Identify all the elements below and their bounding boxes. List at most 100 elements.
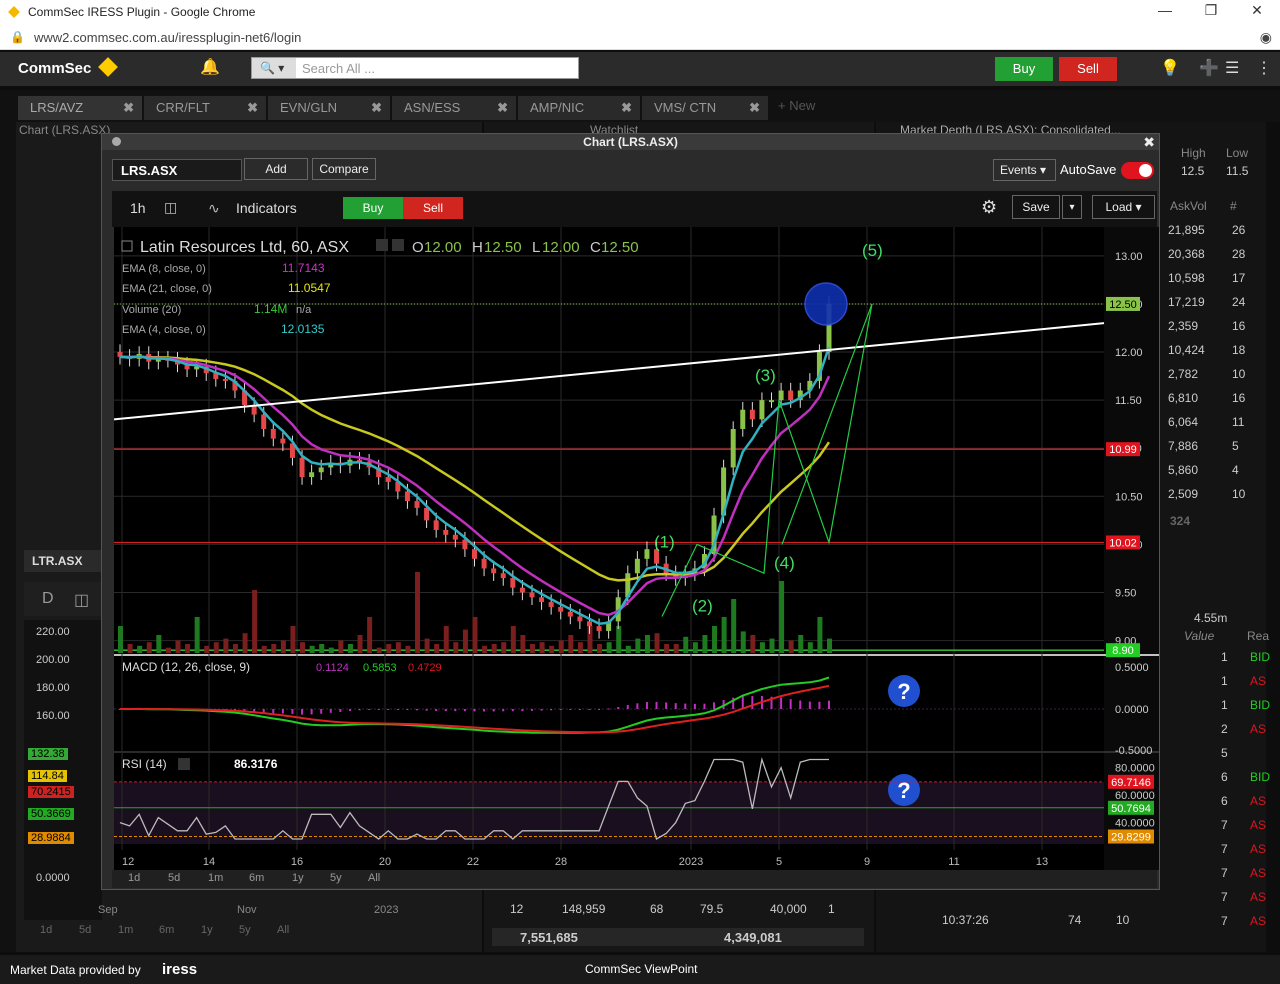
- range-1m[interactable]: 1m: [208, 872, 223, 884]
- new-tab-button[interactable]: + New: [778, 98, 815, 113]
- lightbulb-icon[interactable]: 💡: [1160, 58, 1180, 78]
- interval-selector[interactable]: 1h: [130, 200, 146, 216]
- ltr-range[interactable]: 5y: [239, 924, 251, 936]
- range-5d[interactable]: 5d: [168, 872, 180, 884]
- indicators-icon[interactable]: ∿: [208, 200, 220, 217]
- lock-icon: 🔒: [10, 30, 25, 44]
- candle-body: [261, 414, 267, 429]
- plus-icon[interactable]: ➕: [1199, 58, 1219, 78]
- restore-icon[interactable]: ❐: [1196, 2, 1226, 22]
- ltr-range[interactable]: All: [277, 924, 289, 936]
- minimize-icon[interactable]: —: [1150, 2, 1180, 22]
- close-tab-icon[interactable]: ✖: [371, 100, 382, 116]
- close-tab-icon[interactable]: ✖: [247, 100, 258, 116]
- close-tab-icon[interactable]: ✖: [749, 100, 760, 116]
- tab-asn-ess[interactable]: ASN/ESS ✖: [392, 96, 516, 120]
- close-tab-icon[interactable]: ✖: [497, 100, 508, 116]
- course-value: 7: [1221, 866, 1228, 880]
- volume-bar: [165, 647, 171, 653]
- macd-histogram-bar: [550, 709, 553, 711]
- compare-button[interactable]: Compare: [312, 158, 376, 180]
- close-modal-icon[interactable]: ✖: [1143, 134, 1155, 151]
- rsi-tag-label: 50.7694: [1111, 803, 1151, 815]
- ltr-range[interactable]: 1y: [201, 924, 213, 936]
- save-button[interactable]: Save: [1012, 195, 1060, 219]
- menu-icon[interactable]: ☰: [1225, 58, 1239, 78]
- macd-histogram-bar: [368, 709, 371, 710]
- macd-value: 0.1124: [316, 662, 349, 674]
- bell-icon[interactable]: 🔔: [200, 57, 220, 77]
- candlestick-icon[interactable]: ◫: [164, 199, 177, 216]
- ltr-tag: 114.84: [28, 770, 67, 782]
- indicator-value: 11.7143: [282, 261, 325, 275]
- range-5y[interactable]: 5y: [330, 872, 342, 884]
- autosave-toggle[interactable]: [1121, 162, 1154, 179]
- load-label: Load: [1105, 200, 1133, 214]
- ltr-interval[interactable]: D: [42, 590, 54, 608]
- tab-vms-ctn[interactable]: VMS/ CTN ✖: [642, 96, 768, 120]
- tab-label: VMS/ CTN: [654, 100, 717, 115]
- volume-bar: [827, 638, 832, 653]
- tab-amp-nic[interactable]: AMP/NIC ✖: [518, 96, 640, 120]
- tab-lrs-avz[interactable]: LRS/AVZ ✖: [18, 96, 142, 120]
- candle-body: [414, 501, 420, 508]
- rsi-band: [114, 782, 1104, 844]
- header-sell-button[interactable]: Sell: [1059, 57, 1117, 81]
- save-dropdown-icon[interactable]: ▾: [1062, 195, 1082, 219]
- load-button[interactable]: Load ▾: [1092, 195, 1155, 219]
- tab-crr-flt[interactable]: CRR/FLT ✖: [144, 96, 266, 120]
- candle-icon[interactable]: ◫: [74, 590, 89, 610]
- range-1y[interactable]: 1y: [292, 872, 304, 884]
- gear-icon[interactable]: ⚙: [981, 197, 997, 218]
- macd-histogram-bar: [530, 709, 533, 711]
- macd-value: 0.5853: [363, 662, 397, 674]
- more-icon[interactable]: ⋮: [1256, 58, 1272, 78]
- symbol-input[interactable]: LRS.ASX: [112, 159, 242, 181]
- provider-text: Market Data provided by: [10, 963, 141, 977]
- depth-askvol: 7,886: [1168, 439, 1199, 453]
- search-icon[interactable]: 🔍 ▾: [252, 58, 296, 78]
- url-text[interactable]: www2.commsec.com.au/iressplugin-net6/log…: [34, 30, 301, 45]
- ltr-ytick: 160.00: [36, 710, 70, 722]
- chart-buy-button[interactable]: Buy: [343, 197, 403, 219]
- ltr-xtick: Sep: [98, 904, 118, 916]
- range-6m[interactable]: 6m: [249, 872, 264, 884]
- total-right: 4,349,081: [724, 930, 782, 945]
- ltr-range[interactable]: 1d: [40, 924, 52, 936]
- close-tab-icon[interactable]: ✖: [621, 100, 632, 116]
- header-buy-button[interactable]: Buy: [995, 57, 1053, 81]
- tab-label: CRR/FLT: [156, 100, 210, 115]
- close-tab-icon[interactable]: ✖: [123, 100, 134, 116]
- ohlc-o-label: O: [412, 239, 424, 256]
- course-side: AS: [1250, 818, 1267, 832]
- depth-askvol: 2,359: [1168, 319, 1199, 333]
- course-value: 1: [1221, 698, 1228, 712]
- eye-icon[interactable]: ◉: [1260, 29, 1272, 46]
- close-window-icon[interactable]: ✕: [1242, 2, 1272, 22]
- rsi-value: 86.3176: [234, 757, 278, 771]
- ltr-range[interactable]: 5d: [79, 924, 91, 936]
- modal-drag-handle[interactable]: [112, 137, 121, 146]
- volume-bar: [740, 631, 746, 653]
- ltr-tag: 28.9884: [28, 832, 74, 844]
- address-bar[interactable]: 🔒 www2.commsec.com.au/iressplugin-net6/l…: [0, 26, 1280, 50]
- x-tick-label: 5: [776, 856, 782, 868]
- add-button[interactable]: Add: [244, 158, 308, 180]
- ltr-range[interactable]: 1m: [118, 924, 133, 936]
- chart-sell-button[interactable]: Sell: [403, 197, 463, 219]
- range-1d[interactable]: 1d: [128, 872, 140, 884]
- search-input[interactable]: 🔍 ▾ Search All ...: [251, 57, 579, 79]
- course-value: 7: [1221, 842, 1228, 856]
- trade-cell: 79.5: [700, 902, 724, 916]
- macd-histogram-bar: [502, 709, 505, 712]
- tab-evn-gln[interactable]: EVN/GLN ✖: [268, 96, 390, 120]
- events-dropdown[interactable]: Events ▾: [993, 159, 1056, 181]
- volume-bar: [146, 642, 152, 653]
- course-side: AS: [1250, 842, 1267, 856]
- price-chart[interactable]: 12 14 16 20 22 28 2023 5 9 11 13 13.00 12.50 12.00 11.…: [114, 227, 1159, 870]
- range-all[interactable]: All: [368, 872, 380, 884]
- volume-bar: [712, 626, 718, 653]
- ltr-symbol-box[interactable]: LTR.ASX: [24, 550, 102, 572]
- ltr-range[interactable]: 6m: [159, 924, 174, 936]
- indicators-button[interactable]: Indicators: [236, 200, 297, 216]
